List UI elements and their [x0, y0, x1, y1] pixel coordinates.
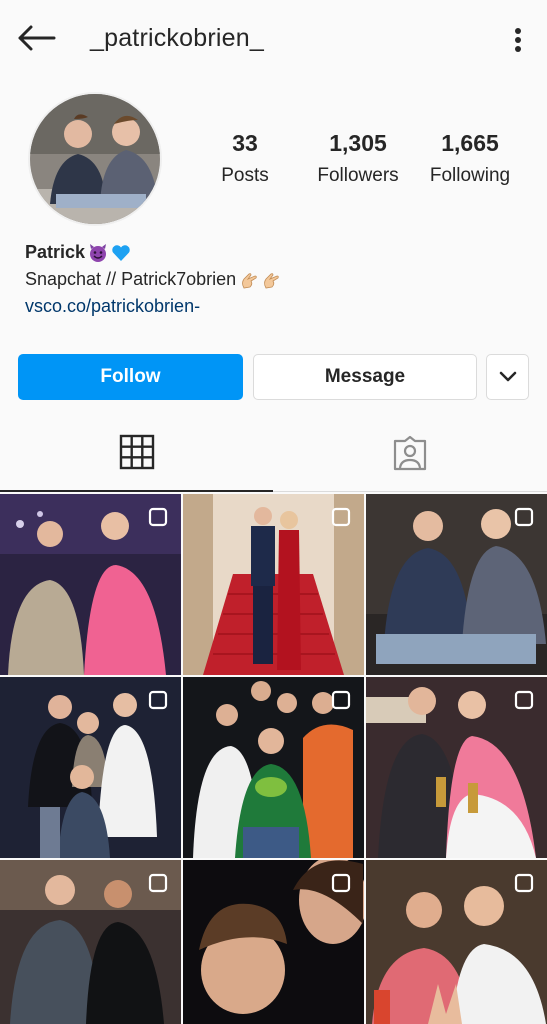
carousel-icon — [148, 873, 168, 893]
carousel-icon — [148, 690, 168, 710]
carousel-icon — [514, 873, 534, 893]
profile-username: _patrickobrien_ — [90, 24, 264, 52]
pointing-hand-emoji — [242, 272, 257, 288]
posts-label: Posts — [221, 165, 269, 186]
posts-count: 33 — [232, 130, 258, 156]
carousel-icon — [331, 873, 351, 893]
grid-post-2[interactable] — [183, 494, 364, 675]
profile-display-name: Patrick — [25, 242, 131, 263]
followers-label: Followers — [317, 165, 399, 186]
following-label: Following — [429, 165, 511, 186]
bio-link[interactable]: vsco.co/patrickobrien- — [25, 296, 200, 317]
grid-icon — [119, 434, 154, 470]
carousel-icon — [148, 507, 168, 527]
more-options-button[interactable] — [502, 22, 534, 58]
grid-post-4[interactable] — [0, 677, 181, 858]
grid-post-5[interactable] — [183, 677, 364, 858]
pointing-hand-emoji — [264, 272, 279, 288]
bio-text: Snapchat // Patrick7obrien — [25, 269, 280, 290]
carousel-icon — [331, 507, 351, 527]
following-count: 1,665 — [441, 130, 499, 156]
carousel-icon — [331, 690, 351, 710]
follow-button[interactable]: Follow — [18, 354, 243, 400]
grid-post-3[interactable] — [366, 494, 547, 675]
bio-text-content: Snapchat // Patrick7obrien — [25, 269, 237, 289]
carousel-icon — [514, 690, 534, 710]
suggested-accounts-button[interactable] — [486, 354, 529, 400]
profile-avatar[interactable] — [28, 92, 162, 226]
arrow-left-icon — [18, 25, 56, 51]
followers-count: 1,305 — [329, 130, 387, 156]
stat-posts[interactable]: 33 Posts — [205, 130, 285, 187]
more-vertical-icon — [515, 28, 521, 52]
top-bar: _patrickobrien_ — [0, 0, 547, 80]
stat-followers[interactable]: 1,305 Followers — [308, 130, 408, 187]
grid-post-1[interactable] — [0, 494, 181, 675]
tab-tagged[interactable] — [273, 414, 546, 492]
stat-following[interactable]: 1,665 Following — [420, 130, 520, 187]
posts-grid — [0, 494, 547, 1024]
chevron-down-icon — [499, 371, 516, 382]
grid-post-6[interactable] — [366, 677, 547, 858]
back-button[interactable] — [14, 20, 58, 56]
message-button[interactable]: Message — [253, 354, 477, 400]
grid-post-9[interactable] — [366, 860, 547, 1024]
display-name-text: Patrick — [25, 242, 86, 262]
tagged-person-icon — [393, 435, 426, 471]
grid-post-8[interactable] — [183, 860, 364, 1024]
smiling-devil-emoji — [90, 243, 107, 262]
tab-posts-grid[interactable] — [0, 414, 273, 492]
profile-tabs — [0, 414, 547, 492]
blue-heart-emoji — [112, 244, 130, 261]
carousel-icon — [514, 507, 534, 527]
grid-post-7[interactable] — [0, 860, 181, 1024]
